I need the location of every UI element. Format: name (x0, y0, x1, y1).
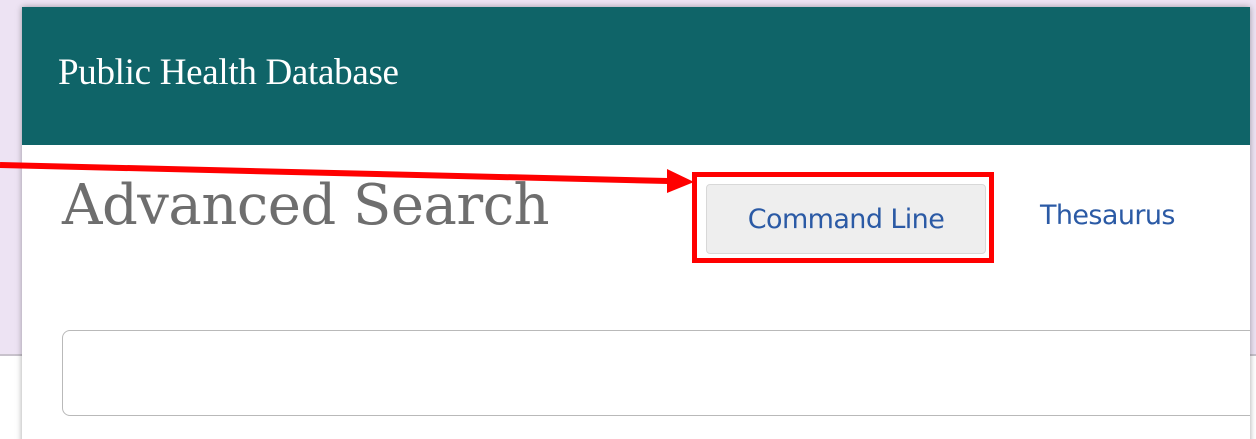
search-input[interactable] (62, 330, 1250, 416)
site-header: Public Health Database (22, 7, 1250, 145)
page-title: Advanced Search (62, 173, 550, 238)
thesaurus-link[interactable]: Thesaurus (1040, 200, 1175, 231)
site-title[interactable]: Public Health Database (58, 51, 399, 94)
command-line-button[interactable]: Command Line (706, 184, 986, 254)
app-window: Public Health Database Advanced Search C… (22, 7, 1250, 439)
